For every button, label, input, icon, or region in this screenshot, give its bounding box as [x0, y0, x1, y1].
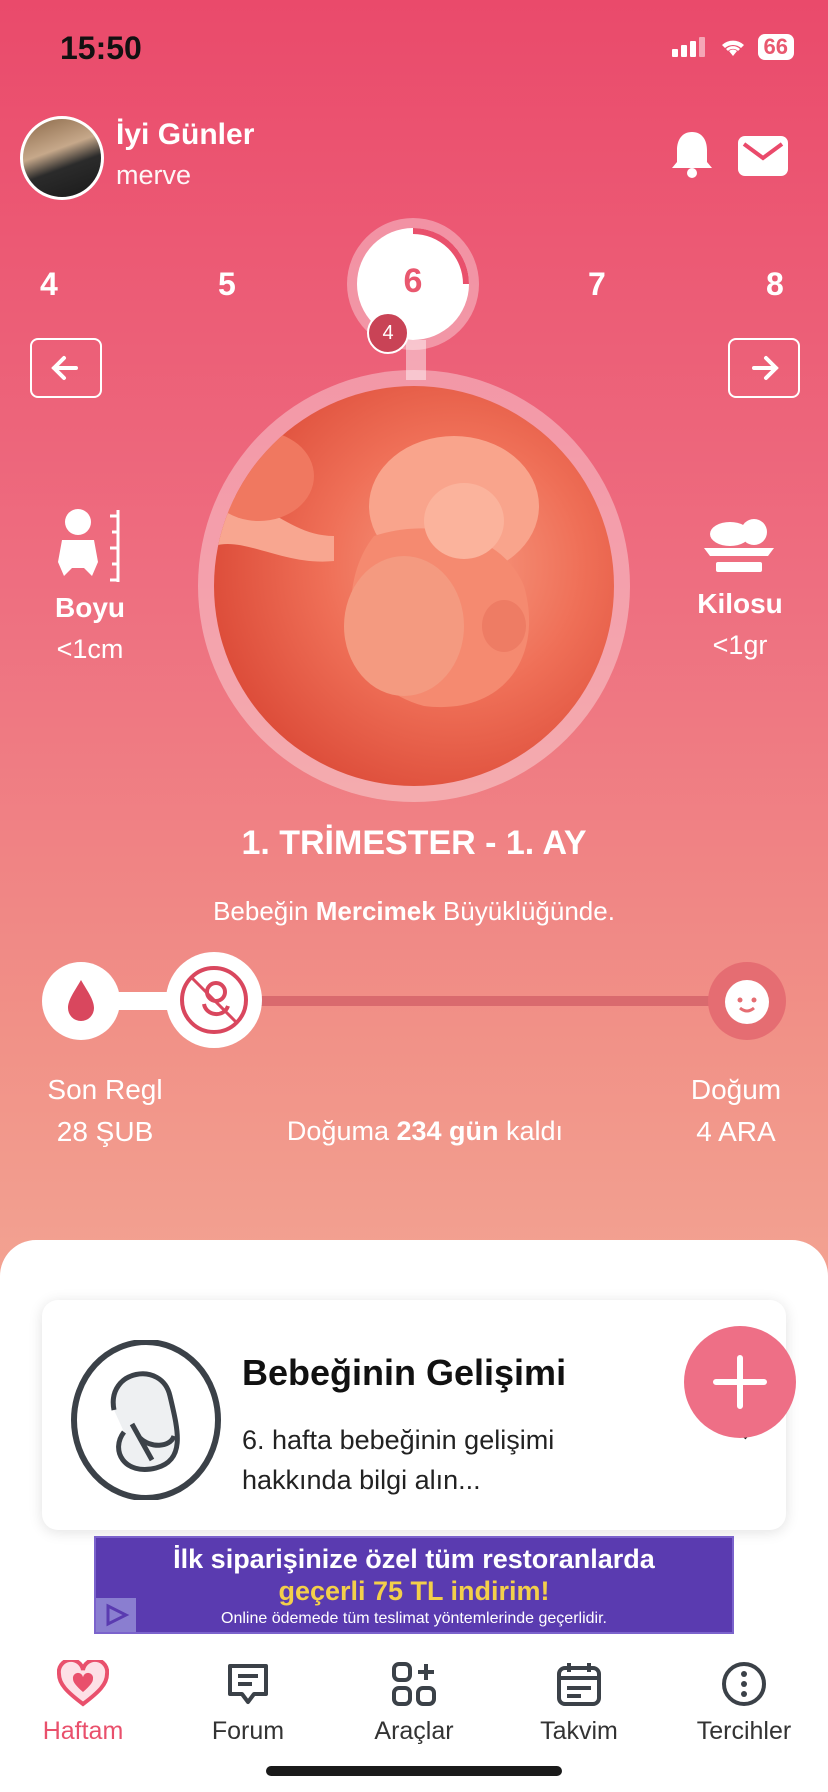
week-5[interactable]: 5	[218, 266, 236, 303]
days-remaining: Doğuma 234 gün kaldı	[260, 1116, 590, 1147]
ad-line-2: geçerli 75 TL indirim!	[278, 1576, 550, 1606]
tab-araclar-label: Araçlar	[374, 1717, 454, 1745]
drop-icon	[68, 980, 94, 1021]
weight-label: Kilosu	[697, 588, 783, 619]
period-node	[42, 962, 120, 1040]
ad-choices-icon[interactable]	[96, 1598, 136, 1632]
birth-node	[708, 962, 786, 1040]
ad-line-1: İlk siparişinize özel tüm restoranlarda	[173, 1544, 655, 1574]
days-remaining-count: 234 gün	[396, 1116, 499, 1146]
weight-value: <1gr	[712, 630, 768, 660]
tab-haftam-label: Haftam	[42, 1717, 124, 1745]
length-value: <1cm	[56, 634, 124, 664]
status-time: 15:50	[60, 30, 142, 66]
home-indicator[interactable]	[266, 1766, 562, 1776]
size-suffix: Büyüklüğünde.	[435, 896, 615, 926]
tools-grid-icon	[392, 1662, 436, 1706]
tab-takvim[interactable]: Takvim	[499, 1660, 659, 1746]
arrow-right-icon	[752, 356, 779, 380]
tab-tercihler-label: Tercihler	[696, 1717, 792, 1745]
mail-icon[interactable]	[738, 136, 788, 181]
plus-icon	[713, 1355, 767, 1409]
days-remaining-suffix: kaldı	[498, 1116, 564, 1146]
week-selected-number: 6	[403, 262, 423, 300]
current-node	[166, 952, 262, 1048]
username-text: merve	[116, 160, 192, 190]
embryo-image	[214, 386, 614, 786]
week-8[interactable]: 8	[766, 266, 784, 303]
prev-week-button[interactable]	[30, 338, 102, 398]
wifi-icon	[721, 40, 744, 56]
tab-forum-label: Forum	[211, 1717, 285, 1745]
tab-forum[interactable]: Forum	[168, 1660, 328, 1746]
avatar[interactable]	[20, 116, 104, 200]
greeting-text: İyi Günler	[116, 118, 255, 151]
size-comparison: Bebeğin Mercimek Büyüklüğünde.	[0, 896, 828, 927]
fetus-outline-icon	[71, 1340, 221, 1500]
baby-height-icon	[58, 509, 120, 582]
ad-banner[interactable]: İlk siparişinize özel tüm restoranlarda …	[94, 1536, 734, 1634]
status-indicators: 66	[671, 34, 794, 60]
week-day-badge: 4	[367, 312, 409, 354]
length-label: Boyu	[55, 592, 125, 623]
signal-icon	[671, 37, 708, 57]
week-7[interactable]: 7	[588, 266, 606, 303]
add-button[interactable]	[684, 1326, 796, 1438]
fetus-icon	[180, 966, 248, 1034]
size-fruit: Mercimek	[315, 896, 436, 926]
bell-icon[interactable]	[668, 128, 716, 185]
arrow-left-icon	[51, 356, 78, 380]
baby-face-icon	[725, 980, 769, 1024]
card-title: Bebeğinin Gelişimi	[242, 1352, 567, 1393]
size-prefix: Bebeğin	[213, 896, 316, 926]
battery-indicator: 66	[757, 34, 794, 60]
week-4[interactable]: 4	[40, 266, 58, 303]
tab-tercihler[interactable]: Tercihler	[664, 1660, 824, 1746]
birth-label: Doğum	[690, 1074, 782, 1105]
next-week-button[interactable]	[728, 338, 800, 398]
last-period-label: Son Regl	[47, 1074, 163, 1105]
tab-takvim-label: Takvim	[540, 1717, 618, 1745]
more-options-icon	[722, 1662, 766, 1706]
birth-date: 4 ARA	[696, 1116, 776, 1147]
days-remaining-prefix: Doğuma	[286, 1116, 397, 1146]
greeting-block: İyi Günler merve	[116, 118, 254, 191]
card-description: 6. hafta bebeğinin gelişimi hakkında bil…	[242, 1425, 555, 1495]
ad-line-3: Online ödemede tüm teslimat yöntemlerind…	[221, 1610, 607, 1627]
heart-icon	[56, 1657, 110, 1707]
tab-araclar[interactable]: Araçlar	[334, 1660, 494, 1746]
trimester-title: 1. TRİMESTER - 1. AY	[241, 824, 587, 862]
baby-scale-icon	[704, 519, 774, 572]
chat-icon	[228, 1664, 268, 1704]
last-period-date: 28 ŞUB	[56, 1116, 154, 1147]
tab-haftam[interactable]: Haftam	[3, 1657, 163, 1746]
calendar-icon	[557, 1663, 601, 1706]
